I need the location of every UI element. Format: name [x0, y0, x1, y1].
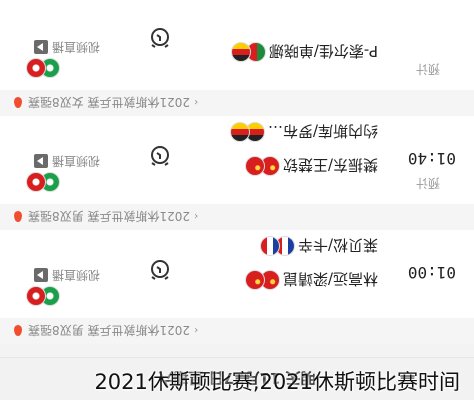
- china-flag-icon: [244, 270, 265, 290]
- chevron-left-icon: ‹: [194, 210, 199, 224]
- live-label: 视频直播: [51, 268, 100, 282]
- channel-logo-icon: [26, 172, 46, 192]
- match-event-label: 2021休斯敦世乒赛 女双8强赛: [28, 95, 190, 110]
- team-row: 林高远/梁靖崑: [244, 266, 378, 294]
- team-flags: [230, 42, 266, 62]
- hot-flame-icon: [14, 325, 22, 337]
- match-card[interactable]: ‹ 2021休斯敦世乒赛 男双8强赛 01:00 林高远/梁靖崑 莱贝松/卡辛: [0, 216, 474, 344]
- channel-logo-icon: [26, 286, 46, 306]
- match-event-label: 2021休斯敦世乒赛 男双8强赛: [28, 323, 190, 338]
- china-flag-icon: [244, 156, 265, 176]
- match-event-label: 2021休斯敦世乒赛 男双8强赛: [28, 209, 190, 224]
- match-header: ‹ 2021休斯敦世乒赛 男双8强赛: [0, 204, 474, 230]
- chevron-left-icon: ‹: [194, 324, 199, 338]
- team-flags: [259, 236, 295, 256]
- video-live-button[interactable]: 视频直播: [33, 39, 100, 56]
- team-name: 莱贝松/卡辛: [297, 236, 378, 255]
- team-name: 樊振东/王楚钦: [282, 156, 378, 175]
- match-header: ‹ 2021休斯敦世乒赛 男双8强赛: [0, 318, 474, 344]
- schedule-screen: 明天 11月27日 星期六 ‹ 2021休斯敦世乒赛 男双8强赛 01:00 林…: [0, 0, 474, 400]
- team-row: P-索尔佳/单晓娜: [230, 38, 378, 66]
- channel-logos: [26, 286, 60, 306]
- alarm-clock-icon[interactable]: [148, 144, 172, 168]
- team-flags: [244, 270, 280, 290]
- chevron-left-icon: ‹: [194, 96, 199, 110]
- team-row: 约内斯库/罗布…: [229, 118, 378, 146]
- video-live-button[interactable]: 视频直播: [33, 267, 100, 284]
- team-name: 约内斯库/罗布…: [267, 122, 378, 141]
- channel-logos: [26, 58, 60, 78]
- match-status: 预计: [415, 176, 440, 190]
- match-body: 预计 P-索尔佳/单晓娜 视频直播: [0, 0, 474, 90]
- team-row: 樊振东/王楚钦: [244, 152, 378, 180]
- live-label: 视频直播: [51, 40, 100, 54]
- france-flag-icon: [259, 236, 280, 256]
- team-flags: [244, 156, 280, 176]
- match-time: 01:00: [407, 263, 456, 282]
- channel-logo-icon: [26, 58, 46, 78]
- team-flags: [229, 122, 265, 142]
- germany-flag-icon: [230, 42, 251, 62]
- play-icon: [33, 40, 48, 55]
- match-card[interactable]: ‹ 2021休斯敦世乒赛 男双8强赛 01:40 预计 樊振东/王楚钦 约内斯库…: [0, 102, 474, 230]
- image-caption: 2021休斯顿比赛,2021休斯顿比赛时间: [94, 370, 460, 394]
- play-icon: [33, 268, 48, 283]
- team-name: 林高远/梁靖崑: [282, 270, 378, 289]
- match-time: 01:40: [407, 149, 456, 168]
- channel-logos: [26, 172, 60, 192]
- match-status: 预计: [415, 62, 440, 76]
- hot-flame-icon: [14, 97, 22, 109]
- match-body: 01:40 预计 樊振东/王楚钦 约内斯库/罗布… 视频直播: [0, 102, 474, 204]
- germany-flag-icon: [229, 122, 250, 142]
- match-body: 01:00 林高远/梁靖崑 莱贝松/卡辛 视频直播: [0, 216, 474, 318]
- match-card[interactable]: ‹ 2021休斯敦世乒赛 女双8强赛 预计 P-索尔佳/单晓娜 视频直播: [0, 0, 474, 116]
- live-label: 视频直播: [51, 154, 100, 168]
- alarm-clock-icon[interactable]: [148, 26, 172, 50]
- alarm-clock-icon[interactable]: [148, 258, 172, 282]
- team-row: 莱贝松/卡辛: [259, 232, 378, 260]
- hot-flame-icon: [14, 211, 22, 223]
- match-header: ‹ 2021休斯敦世乒赛 女双8强赛: [0, 90, 474, 116]
- team-name: P-索尔佳/单晓娜: [268, 42, 378, 61]
- video-live-button[interactable]: 视频直播: [33, 153, 100, 170]
- play-icon: [33, 154, 48, 169]
